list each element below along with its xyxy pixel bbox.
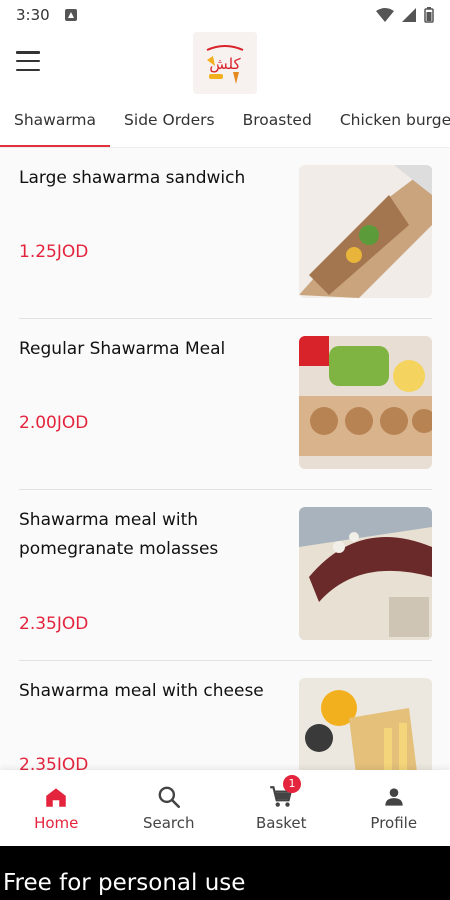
signal-icon: [402, 8, 416, 22]
tab-shawarma[interactable]: Shawarma: [0, 98, 111, 147]
app-logo: كلش: [193, 32, 257, 94]
nav-basket[interactable]: Basket 1: [225, 770, 338, 846]
tab-label: Shawarma: [14, 111, 97, 129]
hamburger-menu-icon[interactable]: [16, 51, 40, 71]
nav-label: Basket: [255, 814, 307, 832]
nav-label: Search: [142, 814, 195, 832]
tab-label: Broasted: [242, 111, 312, 129]
item-image: [299, 165, 432, 298]
nav-label: Profile: [370, 814, 418, 832]
profile-icon: [385, 788, 403, 806]
battery-icon: [424, 7, 434, 23]
status-time: 3:30: [16, 6, 50, 24]
app-bar: كلش: [0, 30, 450, 98]
wifi-icon: [376, 8, 394, 22]
item-name: Regular Shawarma Meal: [19, 339, 226, 359]
tab-broasted[interactable]: Broasted: [229, 98, 326, 147]
basket-count-badge: 1: [283, 775, 301, 793]
nav-label: Home: [34, 814, 79, 832]
tab-label: Side Orders: [124, 111, 215, 129]
item-price: 2.35JOD: [19, 755, 89, 770]
menu-item[interactable]: Regular Shawarma Meal 2.00JOD: [0, 319, 450, 490]
menu-item-list: Large shawarma sandwich 1.25JOD Regular …: [0, 148, 450, 770]
item-price: 2.00JOD: [19, 413, 89, 433]
nav-home[interactable]: Home: [0, 770, 113, 846]
tab-chicken-burger[interactable]: Chicken burger s: [326, 98, 450, 147]
menu-item[interactable]: Large shawarma sandwich 1.25JOD: [0, 148, 450, 319]
watermark-text: Free for personal use: [3, 870, 246, 896]
category-tabs: Shawarma Side Orders Broasted Chicken bu…: [0, 98, 450, 148]
item-image: [299, 507, 432, 640]
item-name: Shawarma meal with pomegranate molasses: [19, 510, 219, 559]
item-image: [299, 336, 432, 469]
menu-item[interactable]: Shawarma meal with pomegranate molasses …: [0, 490, 450, 661]
search-icon: [158, 786, 180, 809]
nav-search[interactable]: Search: [113, 770, 226, 846]
menu-item[interactable]: Shawarma meal with cheese 2.35JOD: [0, 661, 450, 770]
item-name: Shawarma meal with cheese: [19, 681, 264, 701]
item-price: 2.35JOD: [19, 614, 89, 634]
tab-side-orders[interactable]: Side Orders: [110, 98, 229, 147]
home-icon: [46, 788, 66, 807]
item-name: Large shawarma sandwich: [19, 168, 246, 188]
bottom-navigation: Home Search Basket 1 Profile: [0, 770, 450, 846]
nav-profile[interactable]: Profile: [338, 770, 450, 846]
status-bar: 3:30: [0, 0, 450, 30]
notification-icon: [64, 9, 77, 21]
tab-label: Chicken burger s: [339, 111, 450, 129]
item-price: 1.25JOD: [19, 242, 89, 262]
item-image: [299, 678, 432, 770]
